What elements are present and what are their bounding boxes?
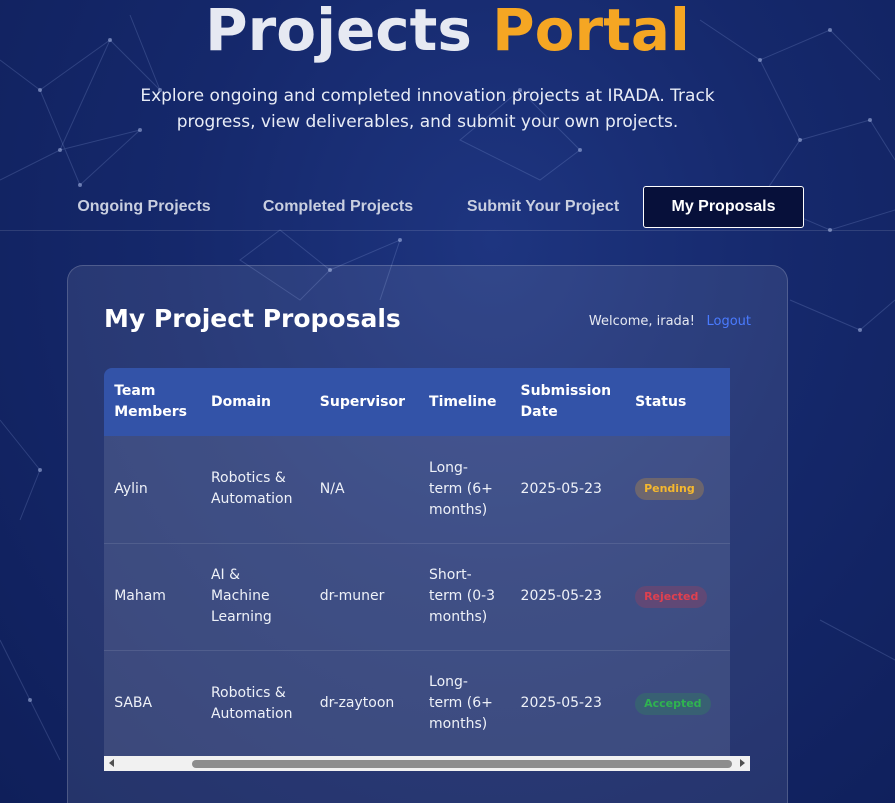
status-badge-rejected: Rejected	[635, 585, 708, 608]
column-header-timeline: Timeline	[429, 393, 497, 410]
table-row: Maham AI & Machine Learning dr-muner Sho…	[104, 543, 730, 650]
table-row: SABA Robotics & Automation dr-zaytoon Lo…	[104, 650, 730, 757]
table-cell-status: Accepted	[623, 650, 730, 757]
horizontal-scrollbar[interactable]	[104, 756, 750, 771]
table-cell-domain: Robotics & Automation	[210, 684, 293, 722]
tab-my-proposals[interactable]: My Proposals	[643, 186, 804, 228]
table-cell-status: Pending	[623, 436, 730, 543]
table-cell-team: Aylin	[114, 480, 148, 497]
status-badge-accepted: Accepted	[635, 692, 711, 715]
page-title-accent: Portal	[492, 0, 690, 64]
table-cell-status: Rejected	[623, 543, 730, 650]
logout-link[interactable]: Logout	[706, 314, 751, 329]
table-cell-supervisor: dr-muner	[319, 588, 385, 604]
proposals-table: Team Members Domain Supervisor Timeline …	[104, 368, 730, 758]
table-cell-team: Maham	[114, 588, 166, 604]
welcome-text: Welcome, irada!	[588, 314, 695, 329]
scrollbar-thumb[interactable]	[192, 760, 732, 768]
proposals-card: My Project Proposals Welcome, irada! Log…	[67, 265, 788, 803]
tab-submit-your-project[interactable]: Submit Your Project	[452, 186, 634, 228]
table-cell-supervisor: N/A	[319, 480, 345, 497]
table-cell-date: 2025-05-23	[520, 588, 602, 604]
table-cell-domain: AI & Machine Learning	[210, 567, 272, 625]
proposals-title: My Project Proposals	[104, 304, 401, 333]
status-badge-pending: Pending	[635, 478, 704, 501]
column-header-supervisor: Supervisor	[319, 393, 406, 410]
table-cell-domain: Robotics & Automation	[210, 470, 293, 508]
table-header-row: Team Members Domain Supervisor Timeline …	[104, 368, 730, 436]
table-cell-supervisor: dr-zaytoon	[319, 695, 395, 711]
page-title-main: Projects	[205, 0, 472, 64]
page-subtitle: Explore ongoing and completed innovation…	[140, 86, 715, 132]
column-header-team-members: Team Members	[114, 383, 187, 420]
tab-bar: Ongoing Projects Completed Projects Subm…	[0, 186, 895, 231]
proposals-table-container[interactable]: Team Members Domain Supervisor Timeline …	[104, 368, 750, 771]
table-cell-timeline: Long-term (6+ months)	[429, 674, 493, 732]
column-header-domain: Domain	[210, 393, 271, 410]
table-cell-team: SABA	[114, 695, 153, 711]
page-title: Projects Portal	[0, 0, 895, 70]
column-header-status: Status	[635, 393, 687, 410]
column-header-submission-date: Submission Date	[520, 383, 612, 420]
scroll-left-arrow-icon[interactable]	[109, 759, 114, 767]
table-cell-date: 2025-05-23	[520, 695, 602, 711]
scroll-right-arrow-icon[interactable]	[740, 759, 745, 767]
table-row: ce Aylin Robotics & Automation N/A Long-…	[104, 436, 730, 543]
table-cell-timeline: Long-term (6+ months)	[429, 459, 493, 518]
table-cell-timeline: Short-term (0-3 months)	[429, 567, 496, 625]
tab-completed-projects[interactable]: Completed Projects	[248, 186, 428, 228]
tab-ongoing-projects[interactable]: Ongoing Projects	[64, 186, 224, 228]
table-cell-date: 2025-05-23	[520, 480, 602, 497]
